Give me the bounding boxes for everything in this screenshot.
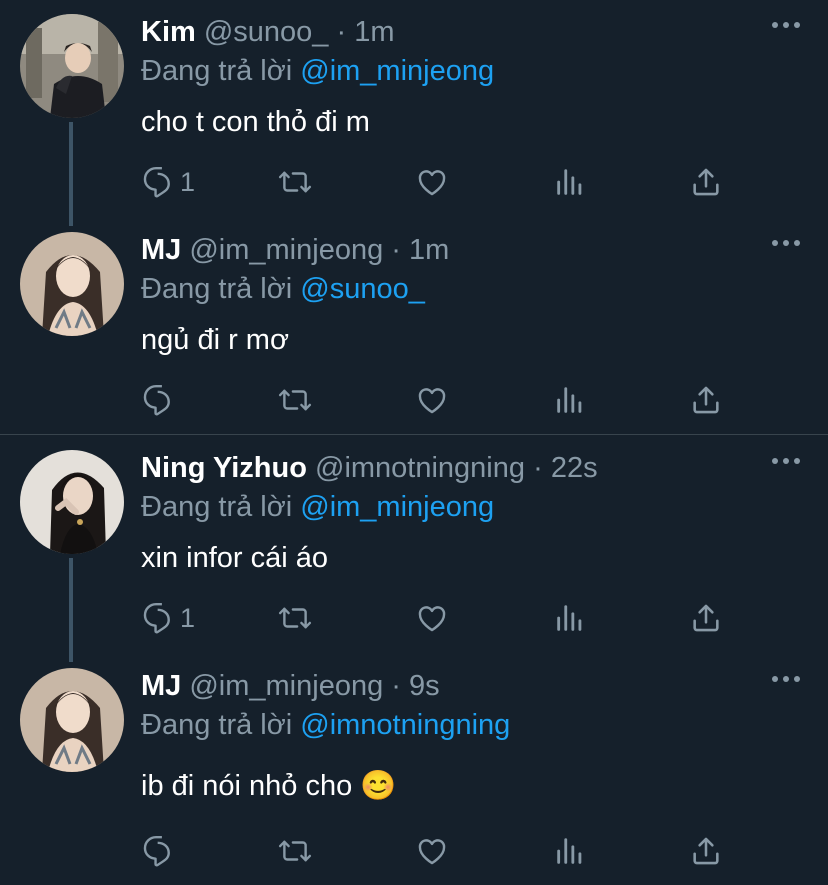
- retweet-button[interactable]: [278, 598, 312, 638]
- share-icon: [689, 834, 723, 868]
- like-button[interactable]: [415, 380, 449, 420]
- stats-button[interactable]: [553, 162, 587, 202]
- tweet-header: MJ @im_minjeong · 9s: [141, 668, 440, 704]
- separator-dot: ·: [391, 670, 401, 702]
- like-button[interactable]: [415, 831, 449, 871]
- share-icon: [689, 601, 723, 635]
- avatar[interactable]: [20, 232, 124, 336]
- retweet-icon: [278, 383, 312, 417]
- stats-button[interactable]: [553, 831, 587, 871]
- share-icon: [689, 383, 723, 417]
- tweet-header: Ning Yizhuo @imnotningning · 22s: [141, 450, 598, 486]
- display-name[interactable]: MJ: [141, 234, 181, 266]
- tweet-mj[interactable]: MJ @im_minjeong · 1m Đang trả lời @sunoo…: [0, 218, 828, 434]
- stats-button[interactable]: [553, 598, 587, 638]
- reply-button[interactable]: [142, 831, 180, 871]
- reply-count: 1: [180, 602, 196, 633]
- share-button[interactable]: [689, 380, 723, 420]
- separator-dot: ·: [336, 16, 347, 48]
- stats-icon: [553, 383, 587, 417]
- tweet-text: xin infor cái áo: [141, 542, 328, 574]
- action-bar: [0, 831, 828, 871]
- avatar[interactable]: [20, 14, 124, 118]
- tweet-text: ib đi nói nhỏ cho 😊: [141, 770, 397, 802]
- tweet-header: MJ @im_minjeong · 1m: [141, 232, 449, 268]
- display-name[interactable]: MJ: [141, 670, 181, 702]
- retweet-icon: [278, 834, 312, 868]
- share-button[interactable]: [689, 831, 723, 871]
- more-icon[interactable]: [772, 238, 800, 248]
- replying-to-label: Đang trả lời: [141, 709, 293, 741]
- like-button[interactable]: [415, 162, 449, 202]
- more-icon[interactable]: [772, 456, 800, 466]
- thread-separator: [0, 434, 828, 435]
- mention-link[interactable]: @sunoo_: [300, 273, 425, 305]
- timestamp[interactable]: 22s: [551, 452, 598, 484]
- timestamp[interactable]: 1m: [354, 16, 394, 48]
- display-name[interactable]: Ning Yizhuo: [141, 452, 307, 484]
- replying-to-label: Đang trả lời: [141, 55, 293, 87]
- share-button[interactable]: [689, 598, 723, 638]
- like-icon: [415, 601, 449, 635]
- replying-to-label: Đang trả lời: [141, 273, 293, 305]
- reply-icon: [142, 383, 176, 417]
- retweet-button[interactable]: [278, 380, 312, 420]
- like-icon: [415, 834, 449, 868]
- replying-to: Đang trả lời @im_minjeong: [141, 489, 494, 525]
- stats-icon: [553, 834, 587, 868]
- retweet-button[interactable]: [278, 162, 312, 202]
- reply-button[interactable]: [142, 380, 180, 420]
- retweet-icon: [278, 165, 312, 199]
- reply-button[interactable]: 1: [142, 598, 195, 638]
- mention-link[interactable]: @imnotningning: [300, 709, 510, 741]
- tweet-mj-reply[interactable]: MJ @im_minjeong · 9s Đang trả lời @imnot…: [0, 654, 828, 885]
- replying-to-label: Đang trả lời: [141, 491, 293, 523]
- retweet-icon: [278, 601, 312, 635]
- tweet-kim[interactable]: Kim @sunoo_ · 1m Đang trả lời @im_minjeo…: [0, 0, 828, 218]
- tweet-ning-yizhuo[interactable]: Ning Yizhuo @imnotningning · 22s Đang tr…: [0, 436, 828, 652]
- stats-icon: [553, 601, 587, 635]
- more-icon[interactable]: [772, 20, 800, 30]
- tweet-text: ngủ đi r mơ: [141, 324, 289, 356]
- action-bar: 1: [0, 162, 828, 202]
- reply-icon: [142, 834, 176, 868]
- action-bar: 1: [0, 598, 828, 638]
- share-icon: [689, 165, 723, 199]
- tweet-text: cho t con thỏ đi m: [141, 106, 370, 138]
- replying-to: Đang trả lời @imnotningning: [141, 707, 510, 743]
- more-icon[interactable]: [772, 674, 800, 684]
- separator-dot: ·: [533, 452, 543, 484]
- stats-button[interactable]: [553, 380, 587, 420]
- reply-icon: [142, 165, 176, 199]
- display-name[interactable]: Kim: [141, 16, 196, 48]
- user-handle[interactable]: @im_minjeong: [189, 670, 383, 702]
- avatar[interactable]: [20, 450, 124, 554]
- reply-button[interactable]: 1: [142, 162, 195, 202]
- tweet-header: Kim @sunoo_ · 1m: [141, 14, 395, 50]
- replying-to: Đang trả lời @im_minjeong: [141, 53, 494, 89]
- mention-link[interactable]: @im_minjeong: [300, 55, 494, 87]
- like-icon: [415, 165, 449, 199]
- retweet-button[interactable]: [278, 831, 312, 871]
- separator-dot: ·: [391, 234, 401, 266]
- like-icon: [415, 383, 449, 417]
- reply-count: 1: [180, 166, 196, 197]
- avatar[interactable]: [20, 668, 124, 772]
- user-handle[interactable]: @im_minjeong: [189, 234, 383, 266]
- replying-to: Đang trả lời @sunoo_: [141, 271, 425, 307]
- mention-link[interactable]: @im_minjeong: [300, 491, 494, 523]
- like-button[interactable]: [415, 598, 449, 638]
- timestamp[interactable]: 9s: [409, 670, 440, 702]
- user-handle[interactable]: @sunoo_: [204, 16, 329, 48]
- share-button[interactable]: [689, 162, 723, 202]
- action-bar: [0, 380, 828, 420]
- user-handle[interactable]: @imnotningning: [315, 452, 525, 484]
- timestamp[interactable]: 1m: [409, 234, 449, 266]
- stats-icon: [553, 165, 587, 199]
- reply-icon: [142, 601, 176, 635]
